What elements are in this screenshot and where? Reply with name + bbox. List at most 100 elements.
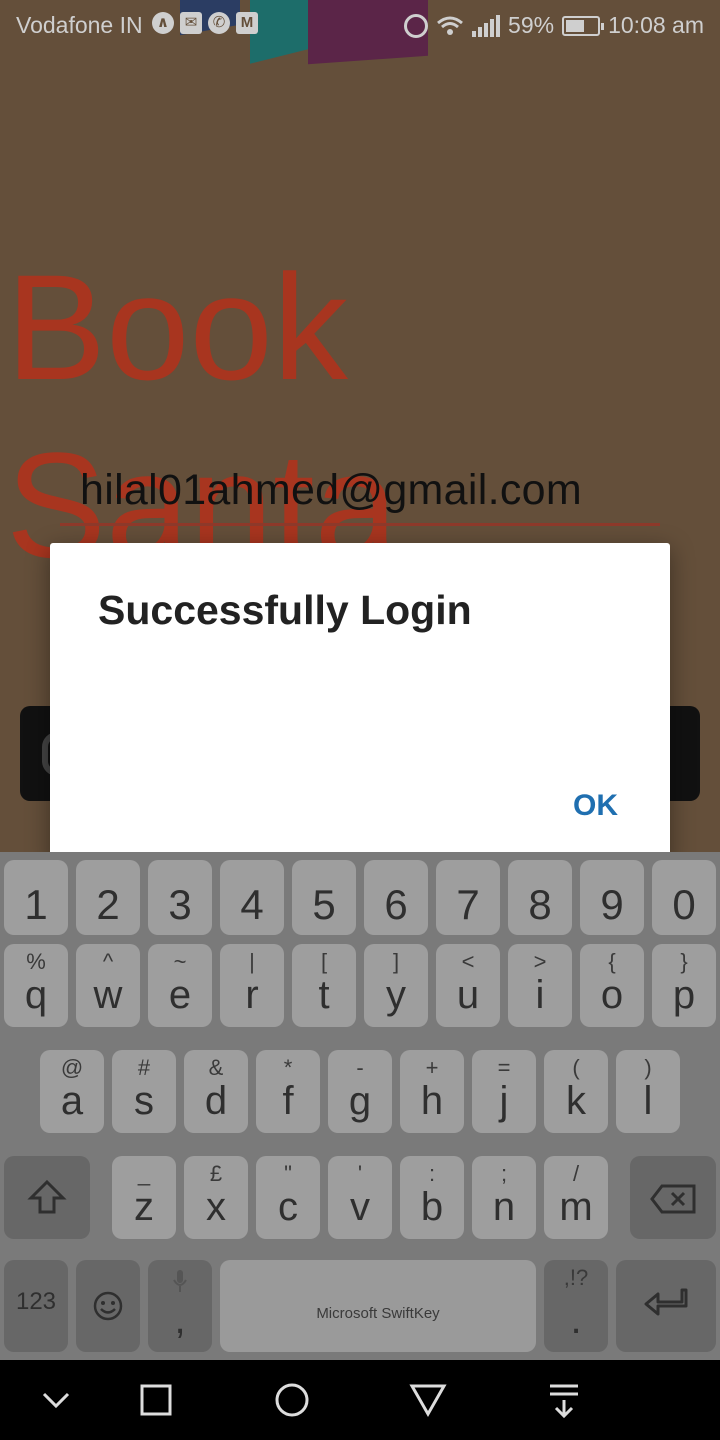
- enter-key[interactable]: [616, 1260, 716, 1352]
- back-icon[interactable]: [406, 1378, 450, 1422]
- backspace-icon: [650, 1184, 696, 1214]
- alarm-icon: [404, 13, 429, 38]
- key-label: ,: [174, 1298, 186, 1342]
- key-label: z: [134, 1185, 154, 1229]
- key-s[interactable]: # s: [112, 1050, 176, 1133]
- key-label: b: [420, 1185, 444, 1229]
- key-alt-label: -: [356, 1055, 364, 1080]
- key-alt-label: @: [60, 1055, 84, 1080]
- shift-key[interactable]: [4, 1156, 90, 1239]
- key-n[interactable]: ; n: [472, 1156, 536, 1239]
- email-field[interactable]: hilal01ahmed@gmail.com: [60, 462, 660, 526]
- key-alt-label: }: [680, 949, 688, 974]
- key-g[interactable]: -g: [328, 1050, 392, 1133]
- key-x[interactable]: £ x: [184, 1156, 248, 1239]
- key-f[interactable]: * f: [256, 1050, 320, 1133]
- key-alt-label: /: [572, 1161, 580, 1186]
- navigation-icon: ∧: [152, 12, 174, 34]
- key-a[interactable]: @ a: [40, 1050, 104, 1133]
- ok-button[interactable]: OK: [573, 789, 618, 823]
- key-label: o: [600, 973, 624, 1017]
- key-z[interactable]: _ z: [112, 1156, 176, 1239]
- key-label: u: [456, 973, 480, 1017]
- key-m[interactable]: / m: [544, 1156, 608, 1239]
- clock: 10:08 am: [608, 12, 704, 38]
- key-label: r: [245, 973, 259, 1017]
- key-2[interactable]: 2: [76, 860, 140, 935]
- key-label: p: [672, 973, 696, 1017]
- key-label: s: [134, 1079, 154, 1123]
- key-h[interactable]: + h: [400, 1050, 464, 1133]
- hide-keyboard-icon[interactable]: [34, 1378, 78, 1422]
- key-alt-label: (: [572, 1055, 580, 1080]
- key-u[interactable]: < u: [436, 944, 500, 1027]
- comma-key[interactable]: ,: [148, 1260, 212, 1352]
- key-alt-label: _: [137, 1161, 151, 1186]
- gmail-icon: M: [236, 12, 258, 34]
- key-8[interactable]: 8: [508, 860, 572, 935]
- key-q[interactable]: % q: [4, 944, 68, 1027]
- key-1[interactable]: 1: [4, 860, 68, 935]
- key-label: e: [168, 973, 192, 1017]
- key-p[interactable]: } p: [652, 944, 716, 1027]
- key-alt-label: ": [284, 1161, 292, 1186]
- notification-pulldown-icon[interactable]: [542, 1378, 586, 1422]
- key-0[interactable]: 0: [652, 860, 716, 935]
- key-label: 0: [672, 881, 696, 928]
- email-value: hilal01ahmed@gmail.com: [80, 466, 582, 514]
- key-label: 1: [24, 881, 48, 928]
- recents-icon[interactable]: [134, 1378, 178, 1422]
- key-e[interactable]: ~ e: [148, 944, 212, 1027]
- space-key[interactable]: Microsoft SwiftKey: [220, 1260, 536, 1352]
- key-4[interactable]: 4: [220, 860, 284, 935]
- key-alt-label: [: [320, 949, 328, 974]
- key-y[interactable]: ] y: [364, 944, 428, 1027]
- key-alt-label: =: [497, 1055, 511, 1080]
- key-alt-label: >: [533, 949, 547, 974]
- key-label: l: [643, 1079, 653, 1123]
- shift-icon: [27, 1179, 67, 1214]
- key-7[interactable]: 7: [436, 860, 500, 935]
- key-alt-label: ~: [173, 949, 187, 974]
- key-label: 3: [168, 881, 192, 928]
- key-alt-label: ]: [392, 949, 400, 974]
- key-j[interactable]: = j: [472, 1050, 536, 1133]
- key-l[interactable]: ) l: [616, 1050, 680, 1133]
- home-icon[interactable]: [270, 1378, 314, 1422]
- key-label: 9: [600, 881, 624, 928]
- key-6[interactable]: 6: [364, 860, 428, 935]
- key-c[interactable]: " c: [256, 1156, 320, 1239]
- emoji-icon: [93, 1291, 123, 1321]
- key-label: w: [93, 973, 123, 1017]
- key-label: 7: [456, 881, 480, 928]
- key-k[interactable]: (k: [544, 1050, 608, 1133]
- key-5[interactable]: 5: [292, 860, 356, 935]
- key-alt-label: &: [208, 1055, 224, 1080]
- key-alt-label: {: [608, 949, 616, 974]
- key-t[interactable]: [t: [292, 944, 356, 1027]
- key-i[interactable]: > i: [508, 944, 572, 1027]
- key-alt-label: +: [425, 1055, 439, 1080]
- key-alt-label: :: [428, 1161, 436, 1186]
- key-d[interactable]: & d: [184, 1050, 248, 1133]
- system-status: 59% 10:08 am: [404, 12, 704, 39]
- emoji-key[interactable]: [76, 1260, 140, 1352]
- key-alt-label: ^: [102, 949, 114, 974]
- key-w[interactable]: ^ w: [76, 944, 140, 1027]
- key-alt-label: #: [137, 1055, 151, 1080]
- keyboard: 1 2 3 4 5 6 7 8 9 0% q ^ w ~ e | r[t] y < u > i{o} p @ a # s & d * f - g…: [0, 852, 720, 1360]
- key-label: t: [318, 973, 330, 1017]
- key-9[interactable]: 9: [580, 860, 644, 935]
- key-b[interactable]: :b: [400, 1156, 464, 1239]
- key-alt-label: ): [644, 1055, 652, 1080]
- key-v[interactable]: ' v: [328, 1156, 392, 1239]
- key-3[interactable]: 3: [148, 860, 212, 935]
- key-label: x: [206, 1185, 226, 1229]
- backspace-key[interactable]: [630, 1156, 716, 1239]
- key-alt-label: %: [26, 949, 46, 974]
- symbols-key[interactable]: 123: [4, 1260, 68, 1352]
- key-label: k: [566, 1079, 586, 1123]
- key-r[interactable]: | r: [220, 944, 284, 1027]
- key-o[interactable]: {o: [580, 944, 644, 1027]
- period-key[interactable]: ,!?.: [544, 1260, 608, 1352]
